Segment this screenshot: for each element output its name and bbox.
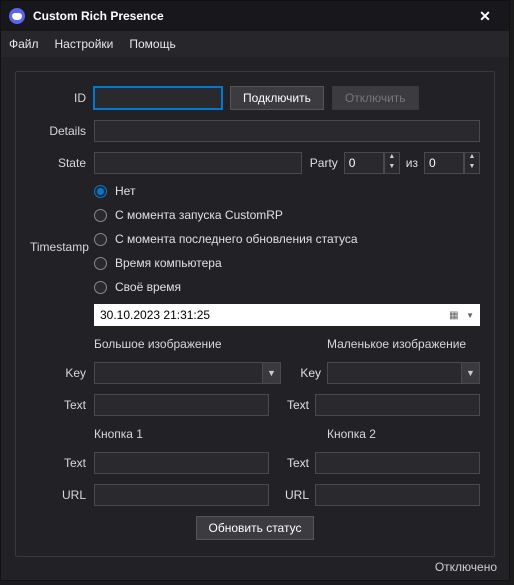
key-label-left: Key [30, 366, 94, 380]
app-window: Custom Rich Presence ✕ Файл Настройки По… [0, 0, 510, 581]
timestamp-label: Timestamp [30, 184, 94, 254]
btn1-url-input[interactable] [94, 484, 269, 506]
radio-icon [94, 185, 107, 198]
bigimg-label: Большое изображение [94, 337, 222, 351]
id-label: ID [30, 91, 94, 105]
party-label: Party [310, 156, 338, 170]
calendar-icon: ▦ [449, 310, 463, 321]
smallimg-key-combo[interactable]: ▼ [327, 362, 480, 384]
smallimg-label: Маленькое изображение [327, 337, 466, 351]
btn2-label: Кнопка 2 [327, 427, 376, 441]
radio-icon [94, 257, 107, 270]
menu-settings[interactable]: Настройки [55, 37, 114, 51]
details-input[interactable] [94, 120, 480, 142]
btn2-text-input[interactable] [315, 452, 480, 474]
radio-custom[interactable]: Своё время [94, 280, 480, 294]
btn1-text-label: Text [30, 456, 94, 470]
update-status-button[interactable]: Обновить статус [196, 516, 315, 540]
party-current-input[interactable] [344, 152, 384, 174]
text-label-right: Text [281, 398, 315, 412]
radio-launch[interactable]: С момента запуска CustomRP [94, 208, 480, 222]
chevron-down-icon: ▼ [262, 363, 280, 383]
key-label-right: Key [293, 366, 327, 380]
radio-icon [94, 233, 107, 246]
timestamp-radios: Нет С момента запуска CustomRP С момента… [94, 184, 480, 294]
datetime-picker[interactable]: 30.10.2023 21:31:25 ▦ ▼ [94, 304, 480, 326]
smallimg-text-input[interactable] [315, 394, 480, 416]
menubar: Файл Настройки Помощь [1, 31, 509, 57]
state-label: State [30, 156, 94, 170]
chevron-down-icon: ▼ [466, 311, 474, 320]
form-group: ID Подключить Отключить Details State Pa… [15, 71, 495, 557]
menu-help[interactable]: Помощь [129, 37, 175, 51]
id-input[interactable] [94, 87, 222, 109]
window-title: Custom Rich Presence [33, 9, 465, 23]
bigimg-text-input[interactable] [94, 394, 269, 416]
content: ID Подключить Отключить Details State Pa… [1, 57, 509, 563]
party-current-spinner[interactable]: ▲▼ [384, 152, 400, 174]
btn1-label: Кнопка 1 [94, 427, 143, 441]
text-label-left: Text [30, 398, 94, 412]
state-input[interactable] [94, 152, 302, 174]
radio-icon [94, 281, 107, 294]
btn2-url-label: URL [281, 488, 315, 502]
btn1-url-label: URL [30, 488, 94, 502]
bigimg-key-combo[interactable]: ▼ [94, 362, 281, 384]
menu-file[interactable]: Файл [9, 37, 39, 51]
radio-lastupdate[interactable]: С момента последнего обновления статуса [94, 232, 480, 246]
party-max-input[interactable] [424, 152, 464, 174]
details-label: Details [30, 124, 94, 138]
party-max-spinner[interactable]: ▲▼ [464, 152, 480, 174]
app-icon [9, 8, 25, 24]
btn2-text-label: Text [281, 456, 315, 470]
btn1-text-input[interactable] [94, 452, 269, 474]
btn2-url-input[interactable] [315, 484, 480, 506]
chevron-down-icon: ▼ [461, 363, 479, 383]
connect-button[interactable]: Подключить [230, 86, 324, 110]
close-icon[interactable]: ✕ [465, 8, 505, 25]
disconnect-button[interactable]: Отключить [332, 86, 419, 110]
datetime-value: 30.10.2023 21:31:25 [100, 308, 210, 322]
party-of-label: из [406, 156, 418, 170]
radio-none[interactable]: Нет [94, 184, 480, 198]
radio-computer[interactable]: Время компьютера [94, 256, 480, 270]
titlebar: Custom Rich Presence ✕ [1, 1, 509, 31]
radio-icon [94, 209, 107, 222]
status-text: Отключено [435, 560, 497, 574]
